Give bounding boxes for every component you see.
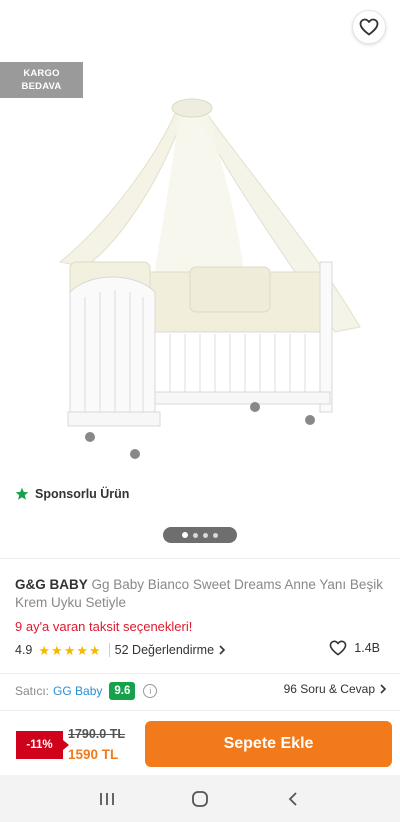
new-price: 1590 TL bbox=[68, 747, 119, 762]
qa-link[interactable]: 96 Soru & Cevap bbox=[284, 682, 387, 696]
star-icon bbox=[15, 487, 29, 500]
home-icon bbox=[192, 790, 208, 807]
product-title: G&G BABY Gg Baby Bianco Sweet Dreams Ann… bbox=[15, 576, 390, 612]
seller-score-badge: 9.6 bbox=[109, 682, 136, 700]
home-button[interactable] bbox=[180, 779, 220, 819]
installment-info[interactable]: 9 ay'a varan taksit seçenekleri! bbox=[15, 619, 192, 634]
image-carousel-indicator[interactable] bbox=[163, 527, 237, 543]
system-nav-bar bbox=[0, 775, 400, 822]
heart-icon bbox=[359, 18, 379, 36]
qa-label: 96 Soru & Cevap bbox=[283, 682, 375, 696]
star-icon: ★ bbox=[63, 642, 76, 658]
likes-count: 1.4B bbox=[354, 641, 380, 655]
share-icon bbox=[310, 17, 328, 37]
reviews-link[interactable]: 52 Değerlendirme bbox=[115, 643, 226, 657]
carousel-dot[interactable] bbox=[182, 532, 188, 538]
recent-apps-icon bbox=[99, 792, 114, 805]
heart-icon bbox=[329, 640, 347, 656]
product-image[interactable] bbox=[40, 92, 370, 472]
rating-stars: ★ ★ ★ ★ ★ bbox=[38, 644, 100, 657]
separator bbox=[108, 643, 110, 657]
chevron-right-icon bbox=[219, 645, 226, 655]
chevron-right-icon bbox=[380, 684, 387, 694]
divider bbox=[0, 673, 400, 674]
rating-value: 4.9 bbox=[15, 643, 33, 657]
likes-counter[interactable]: 1.4B bbox=[329, 640, 380, 656]
top-bar bbox=[0, 0, 400, 56]
carousel-dot[interactable] bbox=[213, 532, 218, 538]
divider bbox=[0, 558, 400, 559]
seller-label: Satıcı: bbox=[15, 684, 50, 698]
carousel-dot[interactable] bbox=[203, 532, 208, 538]
recent-apps-button[interactable] bbox=[87, 779, 127, 819]
sponsored-text: Sponsorlu Ürün bbox=[35, 487, 130, 501]
add-to-cart-button[interactable]: Sepete Ekle bbox=[145, 721, 392, 767]
star-icon: ★ bbox=[76, 642, 89, 658]
arrow-left-icon bbox=[19, 20, 35, 34]
star-icon: ★ bbox=[89, 642, 101, 658]
seller-name-link[interactable]: GG Baby bbox=[53, 684, 102, 698]
badge-line-1: KARGO bbox=[23, 68, 60, 79]
seller-row: Satıcı: GG Baby 9.6 i 96 Soru & Cevap bbox=[15, 680, 387, 702]
star-icon: ★ bbox=[51, 642, 63, 658]
old-price: 1790.0 TL bbox=[68, 727, 125, 741]
carousel-dot[interactable] bbox=[193, 532, 198, 538]
discount-badge: -11% bbox=[16, 731, 69, 759]
rating-row: 4.9 ★ ★ ★ ★ ★ 52 Değerlendirme 1.4B bbox=[15, 640, 385, 660]
reviews-label: 52 Değerlendirme bbox=[114, 643, 215, 657]
back-button[interactable] bbox=[10, 10, 44, 44]
price-bar: -11% 1790.0 TL 1590 TL Sepete Ekle bbox=[0, 711, 400, 775]
product-brand[interactable]: G&G BABY bbox=[15, 577, 88, 592]
back-nav-button[interactable] bbox=[273, 779, 313, 819]
info-icon[interactable]: i bbox=[143, 684, 158, 698]
star-icon: ★ bbox=[38, 642, 51, 658]
chevron-left-icon bbox=[289, 791, 297, 806]
favorite-button[interactable] bbox=[352, 10, 386, 44]
sponsored-label: Sponsorlu Ürün bbox=[15, 487, 129, 501]
share-button[interactable] bbox=[302, 10, 336, 44]
